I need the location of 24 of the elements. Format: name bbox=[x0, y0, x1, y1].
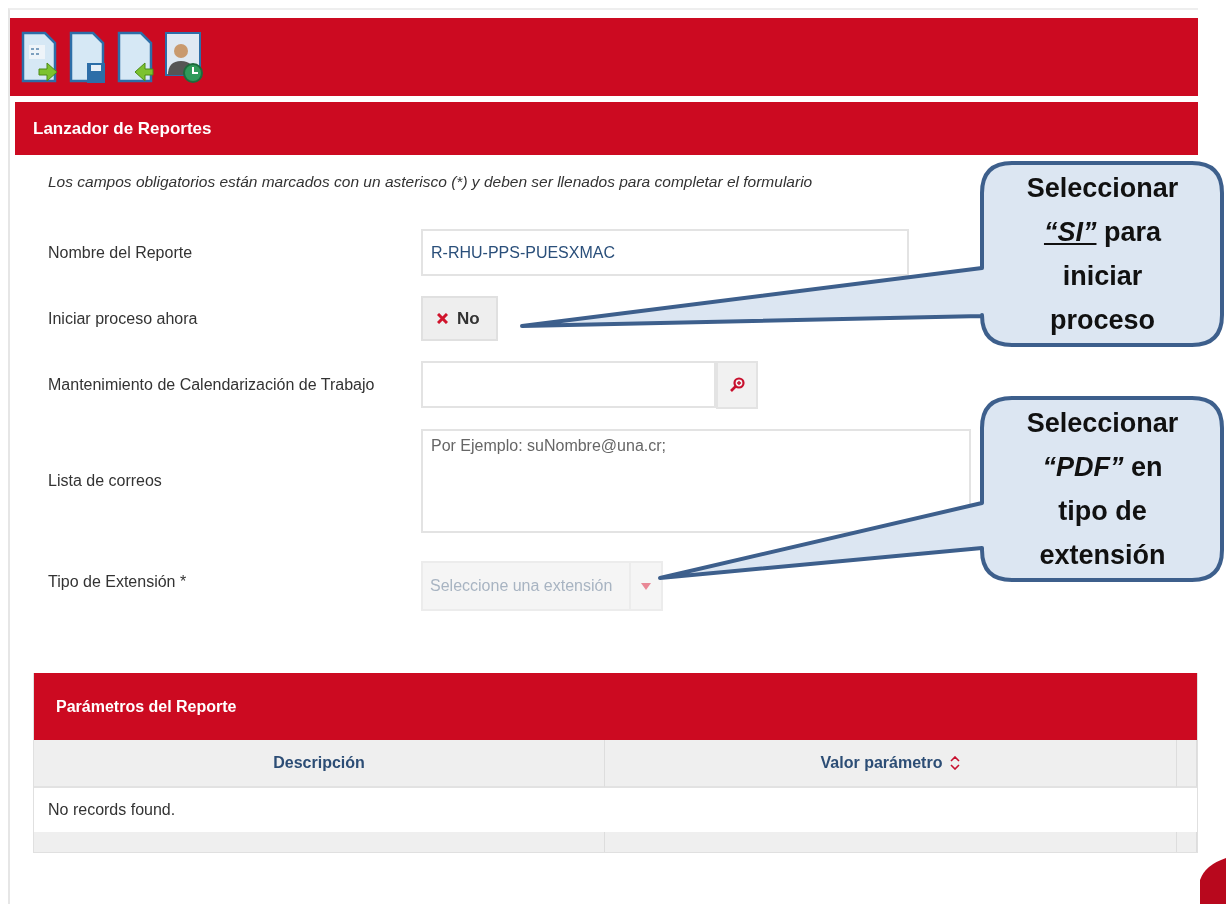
text-field[interactable]: R-RHU-PPS-PUESXMAC bbox=[421, 229, 909, 276]
search-icon bbox=[729, 377, 745, 393]
field-label: Tipo de Extensión * bbox=[48, 573, 188, 591]
notebook-arrow-icon bbox=[19, 29, 59, 85]
panel-header: Parámetros del Reporte bbox=[34, 673, 1197, 740]
toggle-button[interactable]: No bbox=[421, 296, 498, 341]
callout-text: Seleccionar “PDF” en tipo de extensión bbox=[1025, 407, 1180, 572]
field-label: Mantenimiento de Calendarización de Trabajo bbox=[48, 376, 376, 394]
caret-icon bbox=[641, 582, 651, 590]
corner-decoration bbox=[1200, 858, 1226, 904]
field-label: Iniciar proceso ahora bbox=[48, 309, 199, 328]
column-header[interactable]: Valor parámetro bbox=[605, 740, 1177, 788]
cross-icon bbox=[437, 313, 448, 324]
document-arrow-icon bbox=[115, 29, 155, 85]
instructions-text: Los campos obligatorios están marcados con un asterisco (*) y deben ser llenados para completar el formulario bbox=[48, 173, 813, 191]
person-clock-icon bbox=[162, 29, 204, 85]
empty-message: No records found. bbox=[47, 800, 177, 820]
section-header: Lanzador de Reportes bbox=[15, 102, 1198, 155]
text-field[interactable] bbox=[421, 361, 716, 408]
field-label: Nombre del Reporte bbox=[48, 243, 194, 262]
column-header[interactable]: Descripción bbox=[34, 740, 605, 788]
field-label: Lista de correos bbox=[48, 472, 163, 490]
callout-text: Seleccionar “SI” para iniciar proceso bbox=[1025, 172, 1180, 337]
search-button[interactable] bbox=[716, 361, 758, 409]
